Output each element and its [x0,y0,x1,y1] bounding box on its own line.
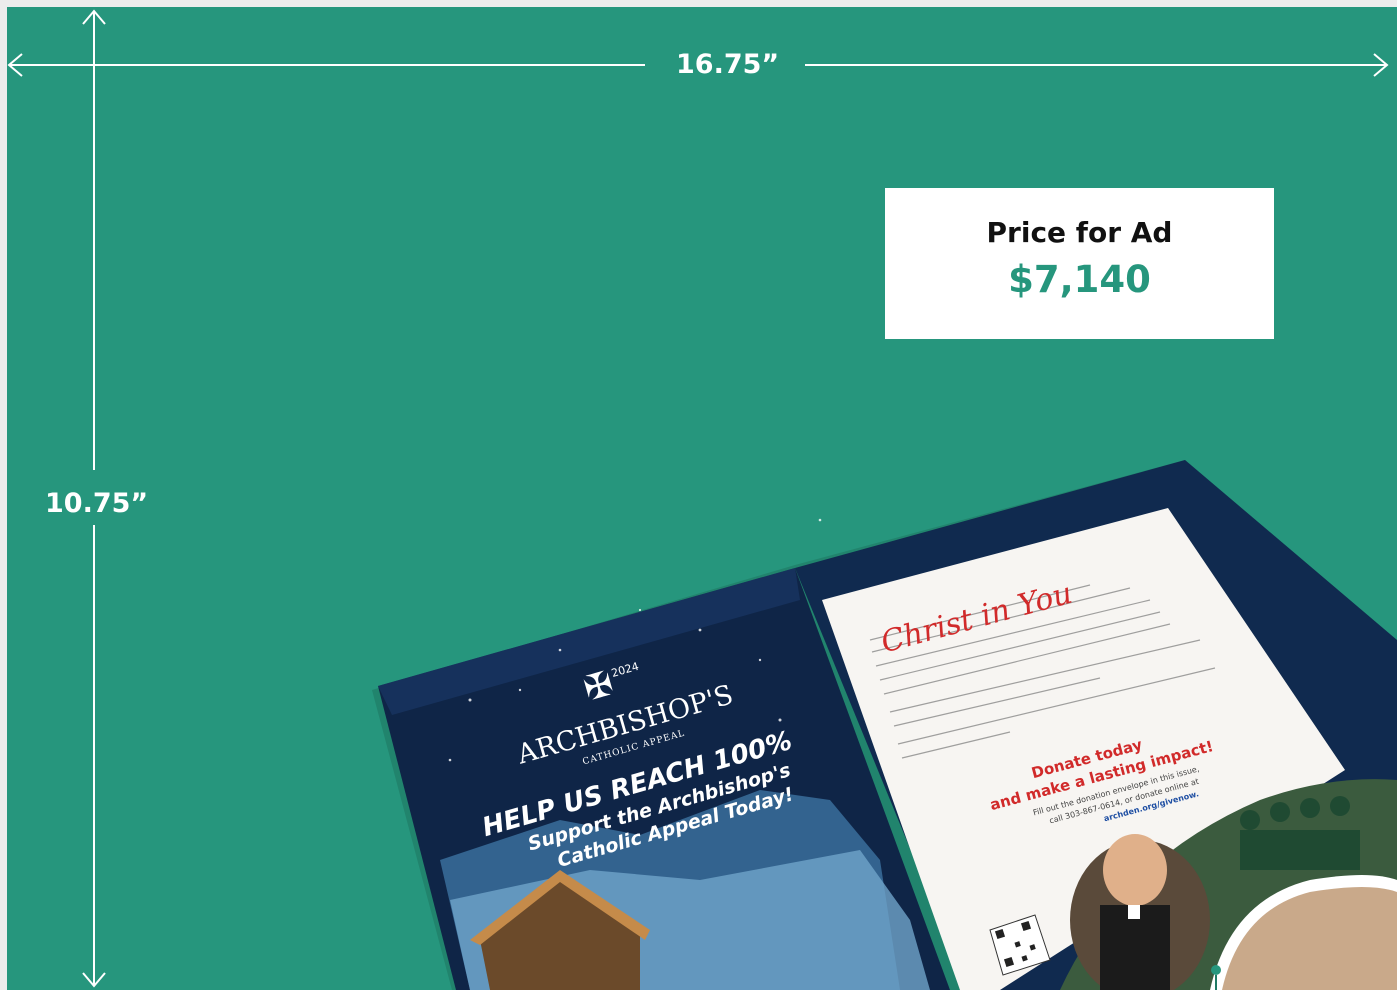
price-card: Price for Ad $7,140 [885,188,1274,339]
ad-size-sheet: 2024 ✠ ARCHBISHOP'S CATHOLIC APPEAL HELP… [0,0,1397,990]
magazine-mockup [372,460,1397,990]
width-label: 16.75” [676,49,780,80]
price-value: $7,140 [1008,258,1151,301]
price-label: Price for Ad [986,216,1173,249]
height-label: 10.75” [45,486,149,521]
pin-icon [1211,965,1221,975]
dimension-lines: 2024 ✠ ARCHBISHOP'S CATHOLIC APPEAL HELP… [7,9,1397,990]
